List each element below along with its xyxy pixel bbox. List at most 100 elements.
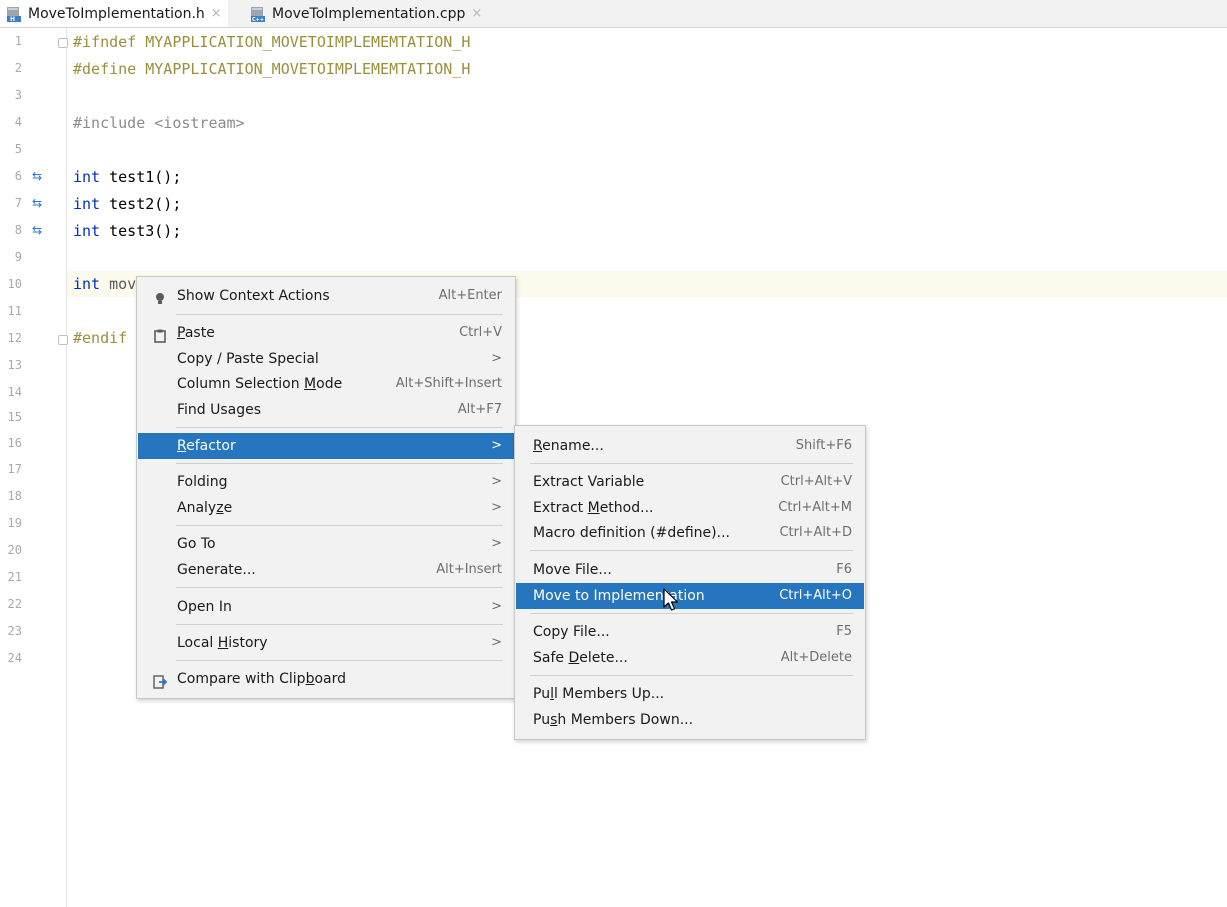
line-number: 9 [14,250,22,264]
menu-item-copy-file[interactable]: Copy File... F5 [516,619,864,645]
shortcut-label: Ctrl+V [459,325,502,340]
menu-separator [530,675,853,676]
menu-item-label: Copy / Paste Special [177,351,319,367]
line-number: 24 [7,651,22,665]
submenu-arrow-icon: > [491,474,502,489]
line-number: 1 [14,34,22,48]
tab-label: MoveToImplementation.h [28,5,205,22]
shortcut-label: Alt+Enter [438,288,502,303]
menu-item-open-in[interactable]: Open In > [138,594,514,620]
shortcut-label: Ctrl+Alt+V [780,474,852,489]
code-line-8: int test3(); [73,218,181,244]
code-line-12: #endif [73,329,128,347]
menu-separator [176,587,503,588]
code-line-6: int test1(); [73,164,181,190]
tab-header-file[interactable]: H MoveToImplementation.h × [0,0,228,27]
line-number: 7 [14,196,22,210]
shortcut-label: Alt+F7 [457,402,502,417]
identifier: test3(); [100,222,182,240]
menu-item-find-usages[interactable]: Find Usages Alt+F7 [138,397,514,423]
cpp-file-icon: C++ [250,6,266,23]
clipboard-icon [153,326,167,343]
code-line-1: #ifndef MYAPPLICATION_MOVETOIMPLEMEMTATI… [73,33,471,51]
editor-gutter: 1 2 3 4 5 6 7 8 9 10 11 12 13 14 15 16 1… [0,28,68,907]
menu-separator [530,463,853,464]
line-number: 12 [7,331,22,345]
tab-label: MoveToImplementation.cpp [272,5,466,22]
menu-item-label: Rename... [533,438,604,454]
line-number: 6 [14,169,22,183]
header-file-icon: H [6,6,22,23]
menu-item-paste[interactable]: Paste Ctrl+V [138,320,514,346]
editor-context-menu: Show Context Actions Alt+Enter Paste Ctr… [136,276,516,699]
code-line-10: int mov [73,271,136,297]
menu-item-move-file[interactable]: Move File... F6 [516,557,864,583]
submenu-arrow-icon: > [491,351,502,366]
shortcut-label: Ctrl+Alt+O [779,588,852,603]
menu-item-label: Paste [177,325,215,341]
keyword: int [73,168,101,186]
menu-item-compare-with-clipboard[interactable]: Compare with Clipboard [138,666,514,692]
navigate-to-implementation-icon[interactable]: ⇆ [32,224,44,236]
identifier: test2(); [100,195,182,213]
line-number: 8 [14,223,22,237]
shortcut-label: Shift+F6 [795,438,852,453]
navigate-to-implementation-icon[interactable]: ⇆ [32,170,44,182]
menu-item-macro-definition[interactable]: Macro definition (#define)... Ctrl+Alt+D [516,520,864,546]
mouse-pointer-icon [662,588,680,612]
menu-separator [176,624,503,625]
keyword: int [73,195,101,213]
menu-item-label: Go To [177,536,216,552]
line-number: 15 [7,410,22,424]
line-number: 22 [7,597,22,611]
menu-item-label: Extract Variable [533,474,645,490]
line-number: 2 [14,61,22,75]
menu-item-copy-paste-special[interactable]: Copy / Paste Special > [138,346,514,372]
tab-cpp-file[interactable]: C++ MoveToImplementation.cpp × [244,0,488,27]
shortcut-label: Alt+Delete [780,650,852,665]
editor-tab-bar: H MoveToImplementation.h × C++ MoveToImp… [0,0,1227,28]
menu-item-pull-members-up[interactable]: Pull Members Up... [516,681,864,707]
lightbulb-icon [153,289,167,304]
menu-item-generate[interactable]: Generate... Alt+Insert [138,557,514,583]
menu-item-show-context-actions[interactable]: Show Context Actions Alt+Enter [138,283,514,309]
menu-item-label: Macro definition (#define)... [533,525,730,541]
line-number: 20 [7,543,22,557]
navigate-to-implementation-icon[interactable]: ⇆ [32,197,44,209]
menu-item-label: Pull Members Up... [533,686,665,702]
menu-item-label: Move File... [533,562,612,578]
menu-item-folding[interactable]: Folding > [138,469,514,495]
menu-item-label: Find Usages [177,402,262,418]
menu-separator [176,525,503,526]
menu-item-label: Column Selection Mode [177,376,343,392]
menu-item-label: Local History [177,635,268,651]
menu-item-move-to-implementation[interactable]: Move to Implementation Ctrl+Alt+O [516,583,864,609]
menu-item-label: Analyze [177,500,233,516]
code-line-2: #define MYAPPLICATION_MOVETOIMPLEMEMTATI… [73,60,471,78]
submenu-arrow-icon: > [491,438,502,453]
identifier: test1(); [100,168,182,186]
menu-item-column-selection-mode[interactable]: Column Selection Mode Alt+Shift+Insert [138,371,514,397]
menu-item-refactor[interactable]: Refactor > [138,433,514,459]
shortcut-label: Ctrl+Alt+M [778,500,852,515]
menu-item-rename[interactable]: Rename... Shift+F6 [516,433,864,459]
menu-item-local-history[interactable]: Local History > [138,630,514,656]
menu-item-extract-variable[interactable]: Extract Variable Ctrl+Alt+V [516,469,864,495]
menu-item-label: Show Context Actions [177,288,330,304]
shortcut-label: Alt+Insert [436,562,502,577]
menu-item-push-members-down[interactable]: Push Members Down... [516,707,864,733]
menu-item-go-to[interactable]: Go To > [138,531,514,557]
menu-item-extract-method[interactable]: Extract Method... Ctrl+Alt+M [516,495,864,521]
submenu-arrow-icon: > [491,536,502,551]
menu-item-analyze[interactable]: Analyze > [138,495,514,521]
submenu-arrow-icon: > [491,599,502,614]
line-number: 3 [14,88,22,102]
line-number: 13 [7,358,22,372]
menu-item-safe-delete[interactable]: Safe Delete... Alt+Delete [516,645,864,671]
svg-text:H: H [10,16,15,22]
line-number: 23 [7,624,22,638]
close-tab-icon[interactable]: × [211,6,222,21]
menu-separator [176,314,503,315]
close-tab-icon[interactable]: × [471,6,482,21]
menu-item-label: Open In [177,599,232,615]
